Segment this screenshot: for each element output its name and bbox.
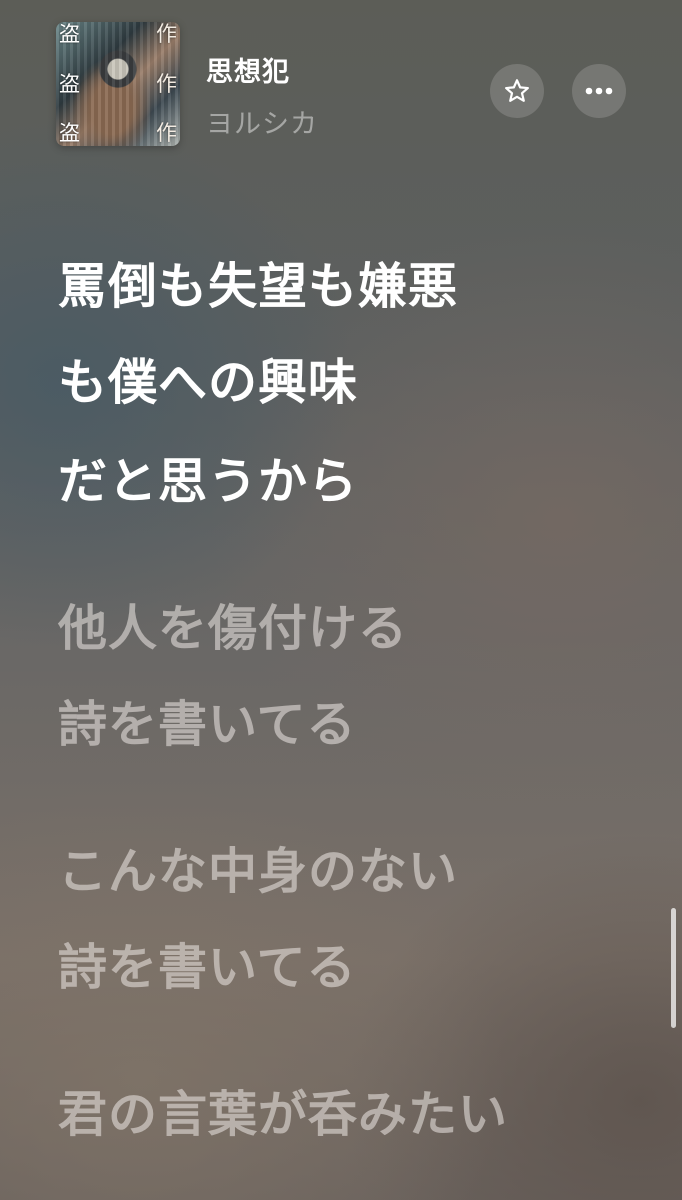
- artist-name[interactable]: ヨルシカ: [206, 102, 318, 141]
- lyric-line-current[interactable]: 罵倒も失望も嫌悪: [58, 262, 458, 311]
- more-options-button[interactable]: [572, 64, 626, 118]
- lyric-line[interactable]: 詩を書いてる: [58, 943, 357, 992]
- artwork-left-glyphs: 盗 盗 盗: [59, 22, 80, 146]
- lyric-line[interactable]: 詩を書いてる: [58, 700, 357, 749]
- song-title[interactable]: 思想犯: [206, 50, 290, 89]
- artwork-glyph: 作: [156, 121, 177, 145]
- artwork-right-glyphs: 作 作 作: [156, 22, 177, 146]
- artwork-glyph: 盗: [59, 71, 80, 96]
- ellipsis-icon: [585, 87, 613, 95]
- now-playing-header: 盗 盗 盗 作 作 作 思想犯 ヨルシカ: [0, 0, 682, 170]
- scroll-indicator[interactable]: [671, 908, 676, 1028]
- lyric-line-current[interactable]: だと思うから: [58, 457, 358, 506]
- star-outline-icon: [505, 79, 529, 102]
- artwork-glyph: 作: [156, 71, 177, 96]
- artwork-glyph: 盗: [59, 121, 80, 145]
- lyric-line[interactable]: 君の言葉が呑みたい: [58, 1090, 508, 1139]
- lyric-line[interactable]: 他人を傷付ける: [58, 604, 408, 653]
- album-artwork[interactable]: 盗 盗 盗 作 作 作: [56, 22, 180, 146]
- favorite-button[interactable]: [490, 64, 544, 118]
- artwork-glyph: 盗: [59, 22, 80, 46]
- lyric-line[interactable]: こんな中身のない: [58, 847, 458, 896]
- artwork-glyph: 作: [156, 22, 177, 46]
- lyric-line-current[interactable]: も僕への興味: [58, 358, 358, 407]
